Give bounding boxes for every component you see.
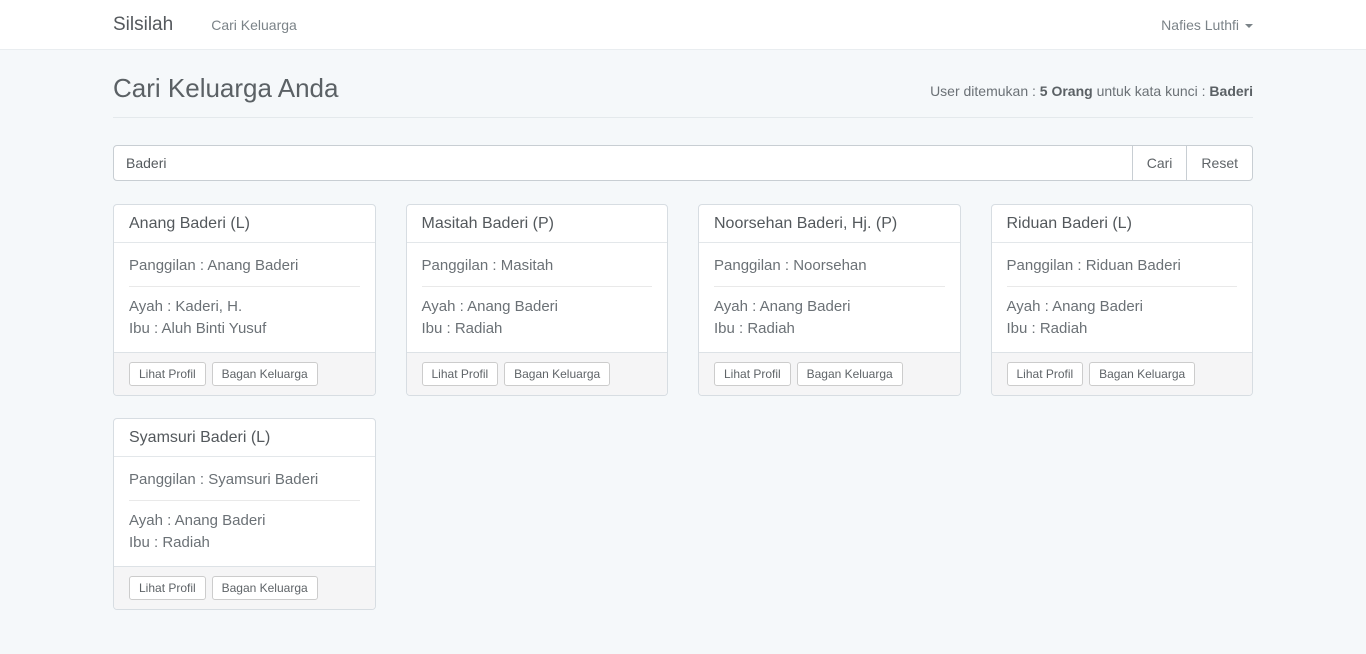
divider xyxy=(422,286,653,287)
bagan-keluarga-button[interactable]: Bagan Keluarga xyxy=(212,576,318,600)
person-name: Masitah Baderi (P) xyxy=(422,215,555,232)
person-name: Riduan Baderi (L) xyxy=(1007,215,1132,232)
person-ibu: Ibu : Radiah xyxy=(129,532,360,554)
person-card: Noorsehan Baderi, Hj. (P) Panggilan : No… xyxy=(698,204,961,396)
person-card: Riduan Baderi (L) Panggilan : Riduan Bad… xyxy=(991,204,1254,396)
person-card-header: Riduan Baderi (L) xyxy=(992,205,1253,243)
divider xyxy=(1007,286,1238,287)
lihat-profil-button[interactable]: Lihat Profil xyxy=(129,576,206,600)
person-card: Syamsuri Baderi (L) Panggilan : Syamsuri… xyxy=(113,418,376,610)
lihat-profil-button[interactable]: Lihat Profil xyxy=(1007,362,1084,386)
user-menu[interactable]: Nafies Luthfi xyxy=(1161,17,1253,33)
person-card-header: Syamsuri Baderi (L) xyxy=(114,419,375,457)
person-ayah: Ayah : Anang Baderi xyxy=(714,296,945,318)
person-ibu: Ibu : Radiah xyxy=(422,318,653,340)
cari-button[interactable]: Cari xyxy=(1132,145,1188,181)
result-prefix: User ditemukan : xyxy=(930,83,1040,99)
person-card-header: Anang Baderi (L) xyxy=(114,205,375,243)
person-card-footer: Lihat Profil Bagan Keluarga xyxy=(407,352,668,395)
bagan-keluarga-button[interactable]: Bagan Keluarga xyxy=(1089,362,1195,386)
person-panggilan: Panggilan : Noorsehan xyxy=(714,255,945,277)
lihat-profil-button[interactable]: Lihat Profil xyxy=(714,362,791,386)
bagan-keluarga-button[interactable]: Bagan Keluarga xyxy=(212,362,318,386)
person-name: Anang Baderi (L) xyxy=(129,215,250,232)
divider xyxy=(129,286,360,287)
caret-down-icon xyxy=(1245,24,1253,28)
person-ibu: Ibu : Aluh Binti Yusuf xyxy=(129,318,360,340)
person-panggilan: Panggilan : Masitah xyxy=(422,255,653,277)
result-middle: untuk kata kunci : xyxy=(1093,83,1210,99)
divider xyxy=(714,286,945,287)
navbar: Silsilah Cari Keluarga Nafies Luthfi xyxy=(0,0,1366,50)
search-input[interactable] xyxy=(113,145,1133,181)
page-header: Cari Keluarga Anda User ditemukan : 5 Or… xyxy=(113,73,1253,118)
brand-link[interactable]: Silsilah xyxy=(113,14,173,36)
search-bar: Cari Reset xyxy=(113,145,1253,181)
person-panggilan: Panggilan : Anang Baderi xyxy=(129,255,360,277)
person-card: Masitah Baderi (P) Panggilan : Masitah A… xyxy=(406,204,669,396)
result-summary: User ditemukan : 5 Orang untuk kata kunc… xyxy=(930,83,1253,103)
lihat-profil-button[interactable]: Lihat Profil xyxy=(422,362,499,386)
page-title: Cari Keluarga Anda xyxy=(113,73,338,103)
person-panggilan: Panggilan : Riduan Baderi xyxy=(1007,255,1238,277)
bagan-keluarga-button[interactable]: Bagan Keluarga xyxy=(504,362,610,386)
person-card-footer: Lihat Profil Bagan Keluarga xyxy=(114,352,375,395)
person-card-footer: Lihat Profil Bagan Keluarga xyxy=(114,566,375,609)
person-ayah: Ayah : Anang Baderi xyxy=(422,296,653,318)
result-keyword: Baderi xyxy=(1209,83,1253,99)
person-card-body: Panggilan : Anang Baderi Ayah : Kaderi, … xyxy=(114,243,375,352)
person-ibu: Ibu : Radiah xyxy=(1007,318,1238,340)
person-card-body: Panggilan : Masitah Ayah : Anang Baderi … xyxy=(407,243,668,352)
person-card-body: Panggilan : Noorsehan Ayah : Anang Bader… xyxy=(699,243,960,352)
nav-item-cari-keluarga[interactable]: Cari Keluarga xyxy=(211,17,297,33)
person-ayah: Ayah : Anang Baderi xyxy=(1007,296,1238,318)
result-count: 5 Orang xyxy=(1040,83,1093,99)
person-card-header: Masitah Baderi (P) xyxy=(407,205,668,243)
person-ayah: Ayah : Anang Baderi xyxy=(129,510,360,532)
person-ayah: Ayah : Kaderi, H. xyxy=(129,296,360,318)
person-name: Syamsuri Baderi (L) xyxy=(129,429,270,446)
person-card-footer: Lihat Profil Bagan Keluarga xyxy=(699,352,960,395)
person-card-header: Noorsehan Baderi, Hj. (P) xyxy=(699,205,960,243)
person-ibu: Ibu : Radiah xyxy=(714,318,945,340)
person-name: Noorsehan Baderi, Hj. (P) xyxy=(714,215,897,232)
lihat-profil-button[interactable]: Lihat Profil xyxy=(129,362,206,386)
user-name: Nafies Luthfi xyxy=(1161,17,1239,33)
reset-button[interactable]: Reset xyxy=(1186,145,1253,181)
person-card-body: Panggilan : Syamsuri Baderi Ayah : Anang… xyxy=(114,457,375,566)
bagan-keluarga-button[interactable]: Bagan Keluarga xyxy=(797,362,903,386)
person-card-body: Panggilan : Riduan Baderi Ayah : Anang B… xyxy=(992,243,1253,352)
results-grid: Anang Baderi (L) Panggilan : Anang Bader… xyxy=(113,204,1253,610)
person-panggilan: Panggilan : Syamsuri Baderi xyxy=(129,469,360,491)
divider xyxy=(129,500,360,501)
person-card: Anang Baderi (L) Panggilan : Anang Bader… xyxy=(113,204,376,396)
person-card-footer: Lihat Profil Bagan Keluarga xyxy=(992,352,1253,395)
